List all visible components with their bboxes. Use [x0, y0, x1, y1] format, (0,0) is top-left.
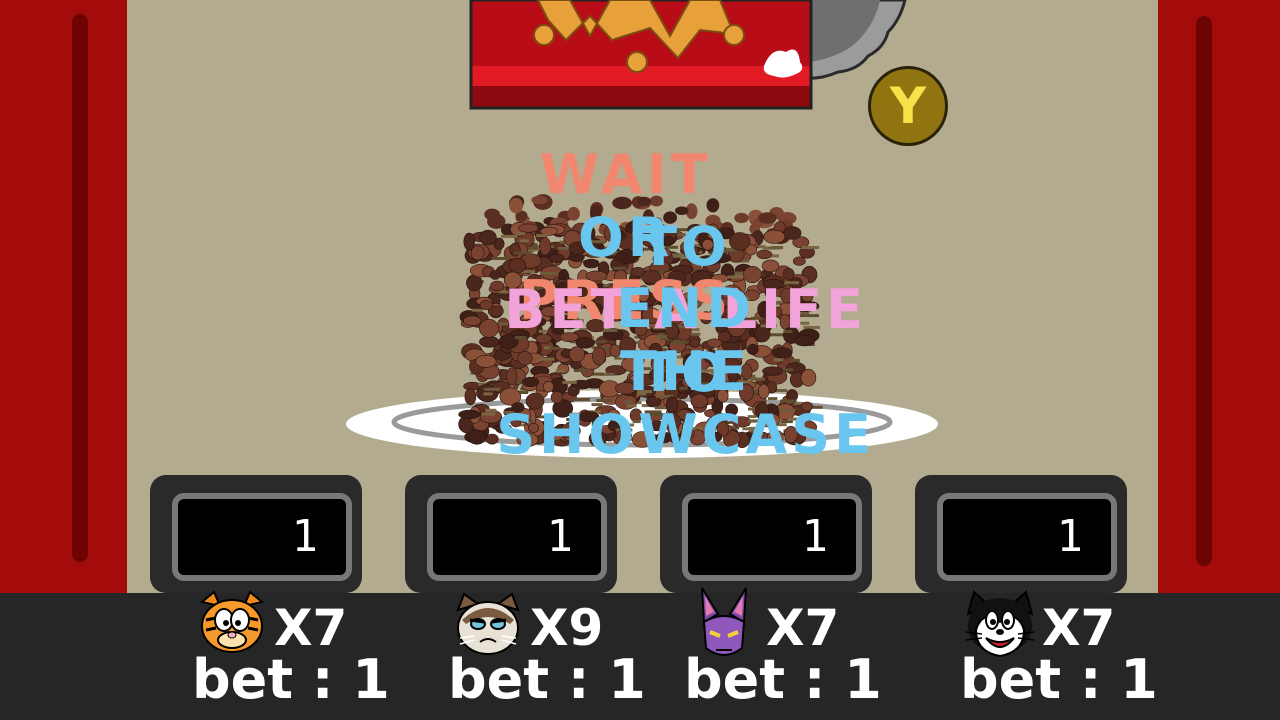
y-button-icon: Y	[868, 66, 948, 146]
player-2-status: X9 bet : 1	[448, 590, 646, 720]
player-bet: bet : 1	[960, 648, 1158, 711]
counter-value: 1	[546, 511, 574, 562]
prompt-word: SHOWCASE	[496, 403, 875, 466]
player-4-status: X7 bet : 1	[960, 590, 1158, 720]
counter-screen: 1	[682, 493, 862, 581]
player-1-status: X7 bet : 1	[192, 590, 390, 720]
bet-counter-player-1: 1	[150, 475, 362, 593]
counter-value: 1	[1056, 511, 1084, 562]
prompt-word: THE	[620, 340, 752, 403]
counter-screen: 1	[937, 493, 1117, 581]
counter-screen: 1	[427, 493, 607, 581]
prompt-word: END	[616, 277, 756, 340]
counter-value: 1	[801, 511, 829, 562]
counter-screen: 1	[172, 493, 352, 581]
bet-counter-player-3: 1	[660, 475, 872, 593]
bet-counter-player-2: 1	[405, 475, 617, 593]
player-bet: bet : 1	[684, 648, 882, 711]
player-3-status: X7 bet : 1	[684, 588, 882, 720]
player-bet: bet : 1	[448, 648, 646, 711]
game-screen: WAIT OR PRESS Y TO BET A LIFE TO END THE…	[0, 0, 1280, 720]
player-bet: bet : 1	[192, 648, 390, 711]
bet-counter-player-4: 1	[915, 475, 1127, 593]
counter-value: 1	[291, 511, 319, 562]
